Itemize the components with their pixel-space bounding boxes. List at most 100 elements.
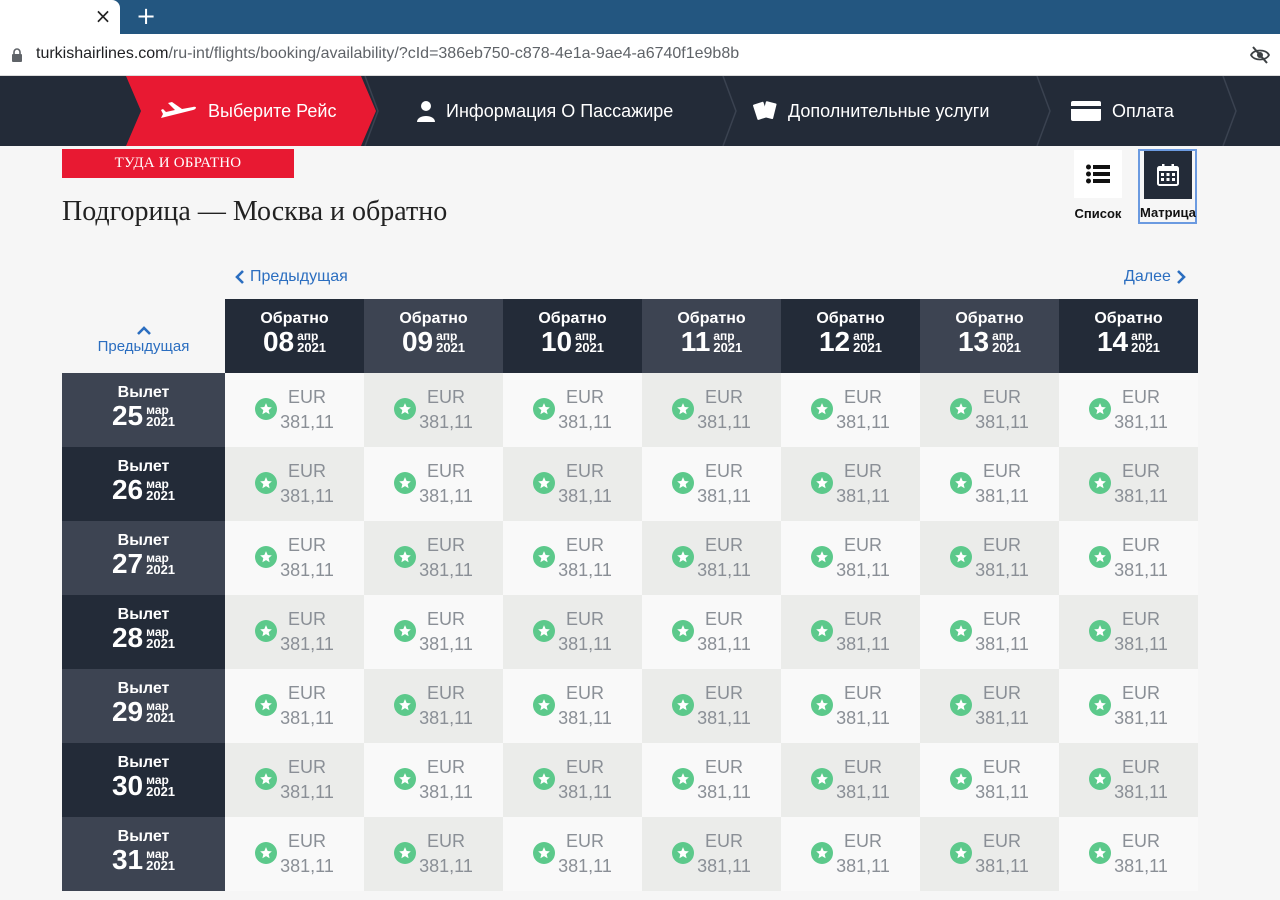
fare-cell[interactable]: EUR 381,11 bbox=[364, 595, 503, 669]
return-label: Обратно bbox=[955, 310, 1024, 327]
fare-cell[interactable]: EUR 381,11 bbox=[1059, 447, 1198, 521]
eye-slash-icon[interactable] bbox=[1250, 46, 1270, 64]
url-text[interactable]: turkishairlines.com/ru-int/flights/booki… bbox=[36, 45, 739, 63]
fare-amount: 381,11 bbox=[558, 782, 612, 802]
fare-amount: 381,11 bbox=[697, 560, 751, 580]
fare-cell[interactable]: EUR 381,11 bbox=[1059, 817, 1198, 891]
fare-amount: 381,11 bbox=[975, 412, 1029, 432]
date-day: 09 bbox=[401, 326, 434, 357]
credit-card-icon bbox=[1070, 100, 1102, 122]
fare-cell[interactable]: EUR 381,11 bbox=[642, 373, 781, 447]
fare-cell[interactable]: EUR 381,11 bbox=[225, 817, 364, 891]
fare-cell[interactable]: EUR 381,11 bbox=[920, 669, 1059, 743]
date-month-year: мар 2021 bbox=[146, 848, 175, 874]
fare-currency: EUR bbox=[565, 683, 604, 703]
fare-currency: EUR bbox=[843, 831, 882, 851]
fare-amount: 381,11 bbox=[697, 856, 751, 876]
fare-cell[interactable]: EUR 381,11 bbox=[920, 373, 1059, 447]
view-list-button[interactable]: Список bbox=[1070, 150, 1126, 222]
fare-cell[interactable]: EUR 381,11 bbox=[920, 595, 1059, 669]
step-separator-icon bbox=[1036, 76, 1051, 146]
new-tab-button[interactable]: + bbox=[134, 3, 158, 29]
chevron-right-icon bbox=[1176, 270, 1186, 284]
fare-currency: EUR bbox=[287, 831, 326, 851]
fare-cell[interactable]: EUR 381,11 bbox=[642, 521, 781, 595]
fare-cell[interactable]: EUR 381,11 bbox=[781, 743, 920, 817]
fare-cell[interactable]: EUR 381,11 bbox=[781, 521, 920, 595]
step-select-flight[interactable]: Выберите Рейс bbox=[160, 76, 336, 146]
fare-cell[interactable]: EUR 381,11 bbox=[920, 743, 1059, 817]
fare-currency: EUR bbox=[843, 461, 882, 481]
fare-cell[interactable]: EUR 381,11 bbox=[503, 743, 642, 817]
departure-date-header: Вылет 29 мар 2021 bbox=[62, 669, 225, 743]
address-bar[interactable]: turkishairlines.com/ru-int/flights/booki… bbox=[0, 34, 1280, 76]
fare-cell[interactable]: EUR 381,11 bbox=[503, 817, 642, 891]
fare-cell[interactable]: EUR 381,11 bbox=[642, 817, 781, 891]
fare-cell[interactable]: EUR 381,11 bbox=[781, 373, 920, 447]
fare-currency: EUR bbox=[982, 757, 1021, 777]
view-matrix-button[interactable]: Матрица bbox=[1138, 149, 1197, 224]
fare-cell[interactable]: EUR 381,11 bbox=[642, 447, 781, 521]
fare-cell[interactable]: EUR 381,11 bbox=[642, 669, 781, 743]
step-extra-services[interactable]: Дополнительные услуги bbox=[752, 76, 989, 146]
calendar-icon bbox=[1156, 164, 1179, 186]
fare-cell[interactable]: EUR 381,11 bbox=[364, 521, 503, 595]
fare-cell[interactable]: EUR 381,11 bbox=[781, 595, 920, 669]
star-icon bbox=[533, 842, 555, 864]
step-payment[interactable]: Оплата bbox=[1070, 76, 1174, 146]
fare-cell[interactable]: EUR 381,11 bbox=[1059, 595, 1198, 669]
date-value: 11 апр 2021 bbox=[681, 328, 743, 356]
date-day: 10 bbox=[540, 326, 573, 357]
fare-cell[interactable]: EUR 381,11 bbox=[920, 817, 1059, 891]
star-icon bbox=[533, 472, 555, 494]
fare-currency: EUR bbox=[287, 461, 326, 481]
fare-cell[interactable]: EUR 381,11 bbox=[503, 669, 642, 743]
fare-cell[interactable]: EUR 381,11 bbox=[225, 743, 364, 817]
fare-cell[interactable]: EUR 381,11 bbox=[1059, 743, 1198, 817]
star-icon bbox=[394, 398, 416, 420]
fare-cell[interactable]: EUR 381,11 bbox=[364, 743, 503, 817]
fare-cell[interactable]: EUR 381,11 bbox=[503, 521, 642, 595]
step-passenger-info[interactable]: Информация О Пассажире bbox=[416, 76, 673, 146]
fare-cell[interactable]: EUR 381,11 bbox=[1059, 373, 1198, 447]
date-year: 2021 bbox=[146, 636, 176, 651]
star-icon bbox=[1089, 694, 1111, 716]
date-year: 2021 bbox=[713, 340, 743, 355]
close-tab-icon[interactable]: × bbox=[92, 5, 114, 27]
booking-steps-nav: Выберите Рейс Информация О Пассажире Доп… bbox=[0, 76, 1280, 146]
fare-cell[interactable]: EUR 381,11 bbox=[225, 595, 364, 669]
star-icon bbox=[1089, 472, 1111, 494]
fare-cell[interactable]: EUR 381,11 bbox=[781, 669, 920, 743]
date-month-year: апр 2021 bbox=[297, 330, 326, 356]
fare-cell[interactable]: EUR 381,11 bbox=[781, 447, 920, 521]
fare-cell[interactable]: EUR 381,11 bbox=[781, 817, 920, 891]
previous-departure-dates-link[interactable]: Предыдущая bbox=[62, 326, 225, 355]
fare-cell[interactable]: EUR 381,11 bbox=[1059, 521, 1198, 595]
fare-cell[interactable]: EUR 381,11 bbox=[225, 373, 364, 447]
fare-cell[interactable]: EUR 381,11 bbox=[364, 447, 503, 521]
fare-cell[interactable]: EUR 381,11 bbox=[225, 447, 364, 521]
fare-cell[interactable]: EUR 381,11 bbox=[503, 595, 642, 669]
fare-cell[interactable]: EUR 381,11 bbox=[920, 447, 1059, 521]
fare-cell[interactable]: EUR 381,11 bbox=[364, 669, 503, 743]
date-day: 14 bbox=[1096, 326, 1129, 357]
fare-cell[interactable]: EUR 381,11 bbox=[364, 373, 503, 447]
fare-cell[interactable]: EUR 381,11 bbox=[503, 373, 642, 447]
star-icon bbox=[394, 768, 416, 790]
fare-cell[interactable]: EUR 381,11 bbox=[1059, 669, 1198, 743]
fare-cell[interactable]: EUR 381,11 bbox=[642, 595, 781, 669]
fare-cell[interactable]: EUR 381,11 bbox=[920, 521, 1059, 595]
previous-return-dates-link[interactable]: Предыдущая bbox=[234, 268, 348, 286]
browser-tab[interactable]: × bbox=[0, 0, 120, 34]
fare-cell[interactable]: EUR 381,11 bbox=[225, 669, 364, 743]
fare-cell[interactable]: EUR 381,11 bbox=[503, 447, 642, 521]
return-label: Обратно bbox=[538, 310, 607, 327]
date-year: 2021 bbox=[146, 414, 176, 429]
next-return-dates-link[interactable]: Далее bbox=[1124, 268, 1187, 286]
fare-currency: EUR bbox=[287, 535, 326, 555]
fare-cell[interactable]: EUR 381,11 bbox=[225, 521, 364, 595]
fare-currency: EUR bbox=[565, 535, 604, 555]
fare-cell[interactable]: EUR 381,11 bbox=[364, 817, 503, 891]
fare-cell[interactable]: EUR 381,11 bbox=[642, 743, 781, 817]
fare-amount: 381,11 bbox=[836, 856, 890, 876]
